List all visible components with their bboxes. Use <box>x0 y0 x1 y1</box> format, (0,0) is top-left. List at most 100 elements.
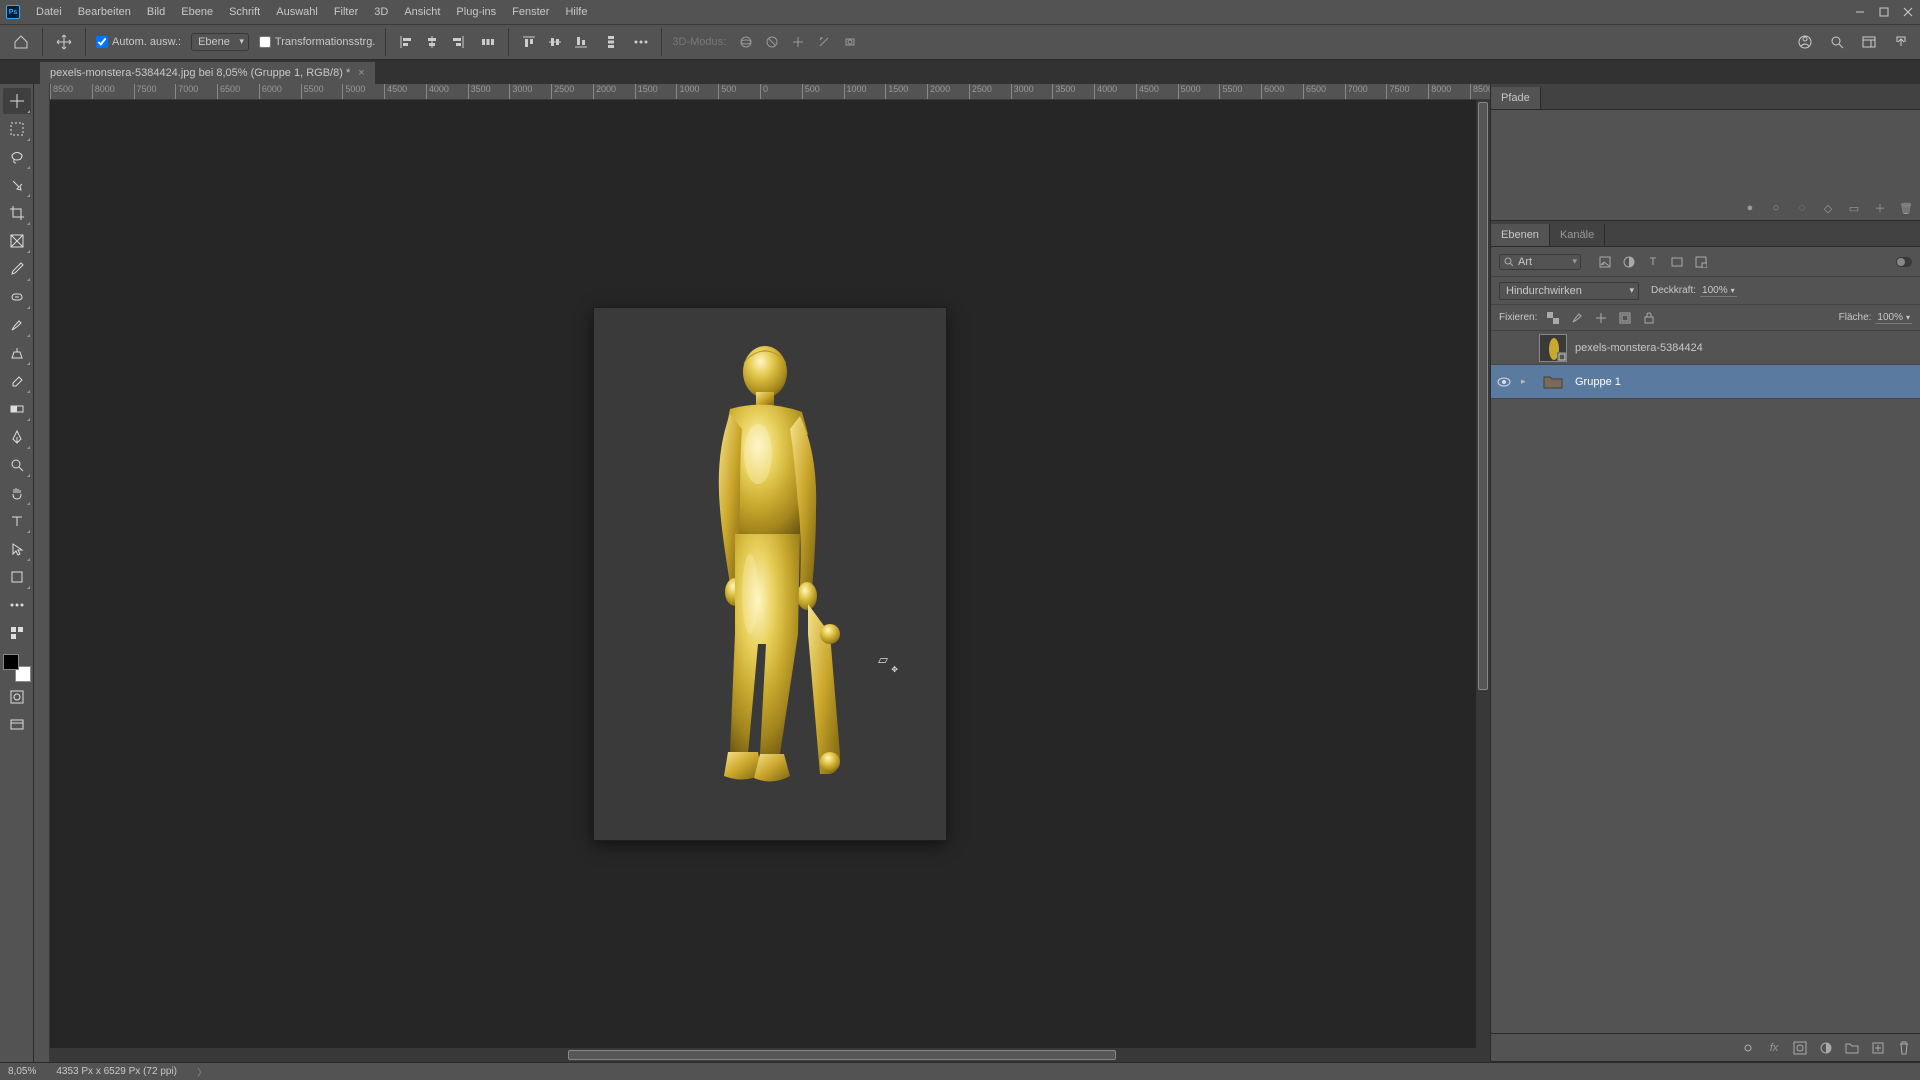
clone-stamp-tool[interactable] <box>3 340 31 366</box>
delete-layer-button[interactable] <box>1896 1040 1912 1056</box>
pen-tool[interactable] <box>3 424 31 450</box>
brush-tool[interactable] <box>3 312 31 338</box>
layer-name-label[interactable]: pexels-monstera-5384424 <box>1575 342 1703 354</box>
fill-path-button[interactable]: ● <box>1742 200 1758 216</box>
screenmode-button[interactable] <box>3 712 31 738</box>
lock-position-button[interactable] <box>1593 310 1609 326</box>
paths-tab[interactable]: Pfade <box>1491 87 1541 109</box>
align-hcenter-button[interactable] <box>422 32 442 52</box>
add-mask-from-path-button[interactable]: ▭ <box>1846 200 1862 216</box>
filter-adjust-icon[interactable] <box>1621 254 1637 270</box>
zoom-level-field[interactable]: 8,05% <box>8 1066 36 1077</box>
canvas-viewport[interactable]: ▱✥ <box>50 100 1490 1048</box>
add-mask-button[interactable] <box>1792 1040 1808 1056</box>
threed-zoom-button[interactable] <box>840 32 860 52</box>
threed-roll-button[interactable] <box>762 32 782 52</box>
distribute-h-button[interactable] <box>478 32 498 52</box>
menu-edit[interactable]: Bearbeiten <box>70 0 139 24</box>
menu-view[interactable]: Ansicht <box>396 0 448 24</box>
auto-select-target-dropdown[interactable]: Ebene <box>191 33 249 51</box>
threed-pan-button[interactable] <box>788 32 808 52</box>
share-button[interactable] <box>1890 31 1912 53</box>
move-tool[interactable] <box>3 88 31 114</box>
menu-layer[interactable]: Ebene <box>173 0 221 24</box>
doc-info-flyout-button[interactable]: 〉 <box>197 1064 207 1079</box>
gradient-tool[interactable] <box>3 396 31 422</box>
zoom-tool[interactable] <box>3 452 31 478</box>
transform-controls-checkbox[interactable]: Transformationsstrg. <box>259 36 375 48</box>
vertical-scrollbar[interactable] <box>1476 100 1490 1048</box>
align-left-button[interactable] <box>396 32 416 52</box>
group-thumbnail[interactable] <box>1539 368 1567 396</box>
new-adjustment-layer-button[interactable] <box>1818 1040 1834 1056</box>
quick-select-tool[interactable] <box>3 172 31 198</box>
new-layer-button[interactable] <box>1870 1040 1886 1056</box>
lock-transparency-button[interactable] <box>1545 310 1561 326</box>
eyedropper-tool[interactable] <box>3 256 31 282</box>
menu-filter[interactable]: Filter <box>326 0 366 24</box>
path-select-tool[interactable] <box>3 536 31 562</box>
layer-row[interactable]: pexels-monstera-5384424 <box>1491 331 1920 365</box>
healing-brush-tool[interactable] <box>3 284 31 310</box>
filter-toggle-switch[interactable] <box>1896 254 1912 270</box>
crop-tool[interactable] <box>3 200 31 226</box>
cloud-docs-button[interactable] <box>1794 31 1816 53</box>
align-vcenter-button[interactable] <box>545 32 565 52</box>
filter-shape-icon[interactable] <box>1669 254 1685 270</box>
hand-tool[interactable] <box>3 480 31 506</box>
layer-fx-button[interactable]: fx <box>1766 1040 1782 1056</box>
lock-artboard-button[interactable] <box>1617 310 1633 326</box>
align-top-button[interactable] <box>519 32 539 52</box>
document-tab[interactable]: pexels-monstera-5384424.jpg bei 8,05% (G… <box>40 62 375 84</box>
align-bottom-button[interactable] <box>571 32 591 52</box>
lasso-tool[interactable] <box>3 144 31 170</box>
delete-path-button[interactable]: 🗑 <box>1898 200 1914 216</box>
filter-type-icon[interactable]: T <box>1645 254 1661 270</box>
workspace-switcher-button[interactable] <box>1858 31 1880 53</box>
threed-slide-button[interactable] <box>814 32 834 52</box>
new-group-button[interactable] <box>1844 1040 1860 1056</box>
close-tab-button[interactable]: × <box>358 67 364 79</box>
align-right-button[interactable] <box>448 32 468 52</box>
fill-value-input[interactable]: 100% <box>1875 312 1912 324</box>
layer-filter-type-dropdown[interactable]: Art <box>1499 254 1581 270</box>
layer-visibility-toggle[interactable] <box>1497 375 1513 389</box>
stroke-path-button[interactable]: ○ <box>1768 200 1784 216</box>
channels-tab[interactable]: Kanäle <box>1550 224 1605 246</box>
foreground-color-swatch[interactable] <box>3 654 19 670</box>
distribute-v-button[interactable] <box>601 32 621 52</box>
lock-pixels-button[interactable] <box>1569 310 1585 326</box>
auto-select-checkbox[interactable]: Autom. ausw.: <box>96 36 181 48</box>
quickmask-button[interactable] <box>3 684 31 710</box>
frame-tool[interactable] <box>3 228 31 254</box>
layer-thumbnail[interactable] <box>1539 334 1567 362</box>
selection-to-path-button[interactable]: ◇ <box>1820 200 1836 216</box>
more-align-button[interactable] <box>631 32 651 52</box>
search-button[interactable] <box>1826 31 1848 53</box>
menu-type[interactable]: Schrift <box>221 0 268 24</box>
menu-3d[interactable]: 3D <box>366 0 396 24</box>
doc-info-label[interactable]: 4353 Px x 6529 Px (72 ppi) <box>56 1066 177 1077</box>
link-layers-button[interactable] <box>1740 1040 1756 1056</box>
window-close-button[interactable] <box>1896 0 1920 24</box>
more-tools-button[interactable] <box>3 592 31 618</box>
eraser-tool[interactable] <box>3 368 31 394</box>
edit-toolbar-button[interactable] <box>3 620 31 646</box>
filter-pixel-icon[interactable] <box>1597 254 1613 270</box>
blend-mode-dropdown[interactable]: Hindurchwirken <box>1499 282 1639 300</box>
new-path-button[interactable]: ＋ <box>1872 200 1888 216</box>
home-button[interactable] <box>10 31 32 53</box>
marquee-tool[interactable] <box>3 116 31 142</box>
filter-smart-icon[interactable] <box>1693 254 1709 270</box>
menu-plugins[interactable]: Plug-ins <box>448 0 504 24</box>
type-tool[interactable] <box>3 508 31 534</box>
menu-window[interactable]: Fenster <box>504 0 557 24</box>
menu-help[interactable]: Hilfe <box>557 0 595 24</box>
lock-all-button[interactable] <box>1641 310 1657 326</box>
window-maximize-button[interactable] <box>1872 0 1896 24</box>
menu-image[interactable]: Bild <box>139 0 173 24</box>
menu-select[interactable]: Auswahl <box>268 0 326 24</box>
layer-row[interactable]: ▸ Gruppe 1 <box>1491 365 1920 399</box>
group-expand-toggle[interactable]: ▸ <box>1521 376 1531 387</box>
shape-tool[interactable] <box>3 564 31 590</box>
